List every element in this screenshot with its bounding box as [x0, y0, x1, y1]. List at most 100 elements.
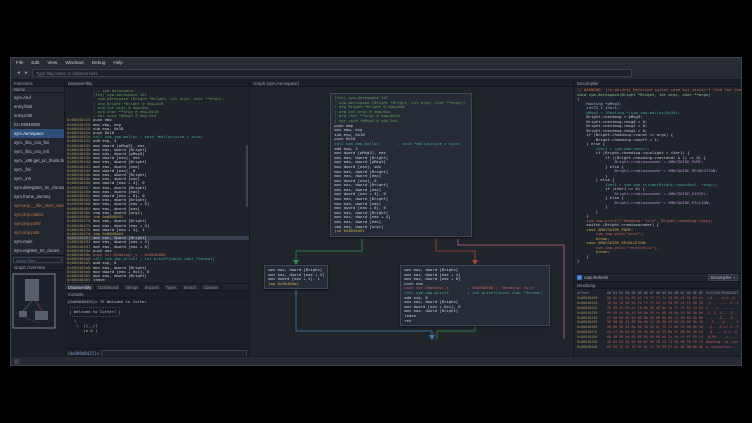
console-panel-header[interactable]: Console — [65, 291, 249, 298]
graph-canvas[interactable]: (fcn) sym.Aerospace 147 sym.Aerospace (B… — [250, 87, 573, 358]
graph-node-false[interactable]: mov eax, dword [Bright]mov eax, dword [e… — [400, 265, 550, 326]
function-list-item[interactable]: entry.init0 — [11, 111, 64, 120]
function-list-item[interactable]: sym._libc_csu_fini — [11, 138, 64, 147]
function-list-item[interactable]: sym.imp.malloc — [11, 210, 64, 219]
graph-panel-header[interactable]: Graph (sym.Aerospace) — [250, 80, 573, 87]
instruction: add esp, 8 — [404, 296, 427, 300]
function-list-item[interactable]: sym._x86.get_pc_thunk.bx — [11, 156, 64, 165]
auto-refresh-checkbox[interactable]: ✓ — [577, 275, 582, 280]
function-list-item[interactable]: sym.Aerospace — [11, 129, 64, 138]
instruction: mov eax, dword [eax] — [334, 202, 381, 206]
function-list-item[interactable]: sym.main — [11, 237, 64, 246]
instruction: mov eax, dword [eax + 4] — [404, 273, 460, 277]
code-text: } — [577, 205, 607, 209]
functions-list: sym.And entry.fini0 entry.init0 fcn.0804… — [11, 93, 64, 255]
disassembly-line[interactable]: 0x080484b6ret — [67, 282, 249, 283]
function-list-item[interactable]: sym.imp.printf — [11, 219, 64, 228]
functions-panel-header[interactable]: Functions — [11, 80, 64, 87]
dock-tab[interactable]: Types — [163, 284, 181, 290]
instruction: mov eax, dword [Bright] — [404, 268, 458, 272]
hex-ascii: Heading: %s..pur — [706, 340, 739, 344]
auto-refresh-control[interactable]: ✓ Auto Refresh — [577, 275, 608, 280]
decompiler-footer: ✓ Auto Refresh Decompiler ▾ — [574, 273, 741, 282]
auto-refresh-label: Auto Refresh — [584, 275, 608, 280]
menu-item[interactable]: View — [47, 60, 57, 65]
function-name: sym.frame_dummy — [14, 194, 51, 199]
graph-overview-minimap[interactable] — [11, 271, 64, 363]
minimap-node — [19, 311, 27, 317]
function-list-item[interactable]: sym._libc_csu_init — [11, 147, 64, 156]
instruction: push str.Heading:_s ; 0x8048580 ; "Headi… — [404, 286, 535, 290]
hexdump-panel-header[interactable]: Hexdump — [574, 282, 741, 289]
graph-node-line: ret — [404, 319, 546, 324]
code-text: Routing *pMsg3; — [577, 102, 622, 106]
dock-tab[interactable]: Classes — [201, 284, 223, 290]
minimap-canvas — [11, 271, 65, 358]
edge-false — [436, 239, 475, 264]
disassembly-scrollbar[interactable] — [246, 145, 248, 207]
hexdump-row[interactable]: 0x080484a065 00 72 65 76 6f 6c 75 74 69 … — [577, 345, 741, 350]
code-text: sym.imp.puts("revolution"); — [577, 246, 659, 250]
decompiler-code[interactable]: // WARNING: [rz-ghidra] Detected switch … — [574, 87, 741, 273]
code-text: if (iVar1 == 0) { — [577, 187, 645, 191]
dock-tab[interactable]: Search — [181, 284, 201, 290]
function-list-item[interactable]: entry.fini0 — [11, 102, 64, 111]
quick-filter-input[interactable] — [13, 257, 62, 263]
terminal-toggle-icon[interactable] — [14, 359, 19, 364]
address: 0x080484b6 — [67, 282, 93, 283]
code-text: pMsg3 = (Routing *)sym.imp.malloc(0x10); — [577, 111, 680, 115]
hex-ascii: ..@......5.E..@. — [706, 330, 739, 334]
graph-node-true[interactable]: mov eax, dword [Bright]mov eax, dword [e… — [264, 265, 328, 289]
function-list-item[interactable]: sym._init — [11, 174, 64, 183]
search-input[interactable] — [32, 69, 632, 77]
back-icon[interactable]: ◄ — [16, 71, 21, 76]
code-text: Bright->radiosounder = AMbCGUIDE_PILLION… — [577, 201, 711, 205]
function-list-item[interactable]: fcn.08048390 — [11, 120, 64, 129]
menu-item[interactable]: Debug — [92, 60, 106, 65]
hex-bytes: 65 00 72 65 76 6f 6c 75 74 69 6f 6e 00 0… — [607, 345, 706, 350]
menu-item[interactable]: Windows — [65, 60, 84, 65]
chevron-down-icon: ▾ — [733, 276, 735, 280]
function-list-item[interactable]: sym._fini — [11, 165, 64, 174]
code-text: } else { — [577, 165, 624, 169]
code-text: Bright->heading->onoff = 1; — [577, 138, 659, 142]
code-text: Bright->nextmsg->msg2 = 0; — [577, 129, 647, 133]
decompiler-select[interactable]: Decompiler ▾ — [708, 274, 738, 281]
instruction: mov dword [eax + 0xc], 0 — [404, 305, 460, 309]
menu-item[interactable]: File — [16, 60, 23, 65]
forward-icon[interactable]: ► — [24, 71, 29, 76]
menu-item[interactable]: Edit — [31, 60, 39, 65]
menu-item[interactable]: Help — [113, 60, 122, 65]
instruction: mov eax, dword [Bright] — [404, 309, 458, 313]
decompiler-panel-header[interactable]: Decompiler — [574, 80, 741, 87]
disassembly-panel-header[interactable]: Disassembly — [65, 80, 249, 87]
function-list-item[interactable]: sym.deregister_tm_clones — [11, 183, 64, 192]
instruction: mov eax, dword [Bright] — [334, 197, 388, 201]
code-text: break; — [577, 237, 610, 241]
instruction: cmp eax, dword [argc] — [334, 225, 383, 229]
function-list-item[interactable]: sym.imp.puts — [11, 228, 64, 237]
function-list-item[interactable]: sym.And — [11, 93, 64, 102]
function-list-item[interactable]: sym.register_tm_clones — [11, 246, 64, 255]
hexdump-body[interactable]: offset00 01 02 03 04 05 06 07 08 09 0A 0… — [574, 289, 741, 358]
menu-bar: File Edit View Windows Debug Help — [11, 58, 741, 67]
dock-tab[interactable]: Strings — [122, 284, 142, 290]
dock-tab[interactable]: Imports — [142, 284, 163, 290]
instruction: mov eax, dword [Bright] — [334, 183, 388, 187]
function-list-item[interactable]: sym.frame_dummy — [11, 192, 64, 201]
instruction: mov eax, dword [Bright] — [334, 211, 388, 215]
instruction: sym.Aerospace (Bright *Bright, int argc,… — [334, 101, 465, 105]
instruction: ret — [404, 319, 411, 323]
graph-node-entry[interactable]: (fcn) sym.Aerospace 147 sym.Aerospace (B… — [330, 93, 472, 237]
function-name: entry.fini0 — [14, 104, 32, 109]
function-list-item[interactable]: sym.imp.__libc_start_main — [11, 201, 64, 210]
dock-tab[interactable]: Disassembly — [65, 284, 95, 290]
graph-overview-panel-header[interactable]: Graph Overview — [11, 264, 64, 271]
dock-tab-label: Imports — [145, 285, 159, 290]
dock-tab-label: Disassembly — [68, 285, 91, 290]
code-text: } else { — [577, 178, 614, 182]
dock-tab[interactable]: Dashboard — [95, 284, 122, 290]
minimap-node — [25, 279, 39, 301]
instruction: mov dword [pMsg3], eax — [334, 151, 386, 155]
code-text: Bright->nextmsg->msg0 = 0; — [577, 120, 647, 124]
